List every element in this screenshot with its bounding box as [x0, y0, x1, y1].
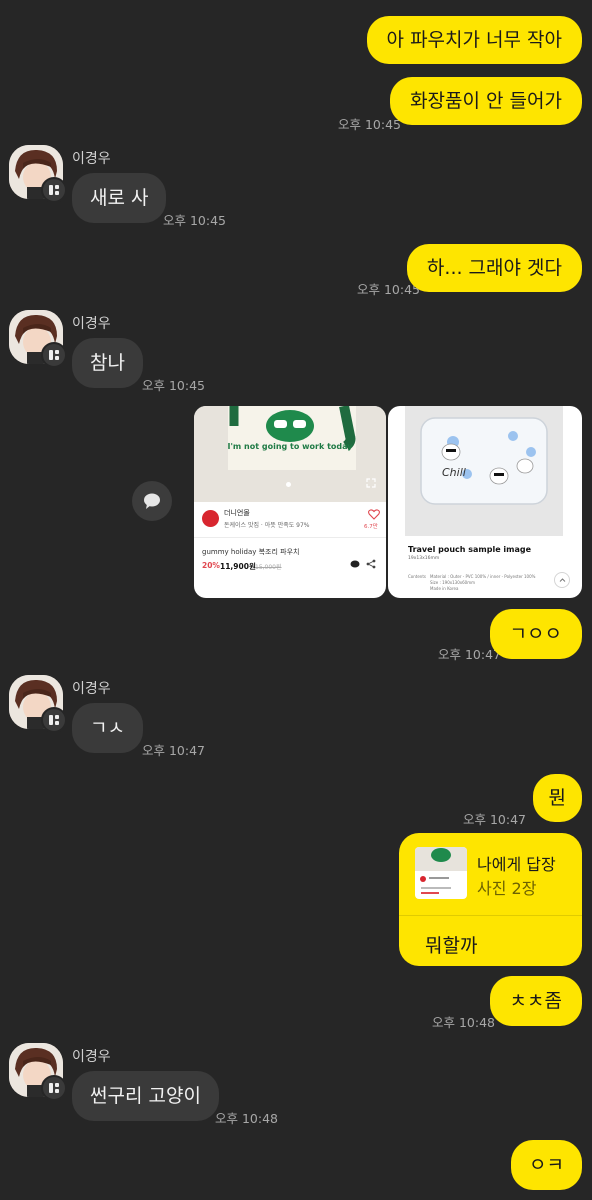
- shop-logo: [202, 510, 219, 527]
- chat-bubble-icon: [144, 493, 160, 509]
- heart-icon[interactable]: [368, 509, 380, 520]
- message-time: 오후 10:48: [432, 1015, 495, 1030]
- message-text: 새로 사: [90, 187, 149, 209]
- pouch-title: Travel pouch sample image: [408, 545, 532, 554]
- pouch-image-card[interactable]: Chill Travel pouch sample image 19x13x16…: [388, 406, 582, 598]
- message-text: ㄱㅇㅇ: [509, 623, 562, 645]
- other-message-bubble[interactable]: 새로 사: [72, 173, 167, 223]
- my-message-bubble[interactable]: ㅊㅊ좀: [489, 976, 582, 1026]
- my-message-bubble[interactable]: 하... 그래야 겟다: [406, 244, 582, 292]
- like-count: 6.7만: [364, 524, 378, 530]
- expand-icon: [366, 478, 376, 488]
- other-message-bubble[interactable]: 썬구리 고양이: [72, 1071, 219, 1121]
- share-icon[interactable]: [366, 559, 376, 569]
- message-time: 오후 10:45: [142, 378, 205, 393]
- message-text: 참나: [90, 352, 125, 374]
- message-text: 뭔: [548, 787, 566, 809]
- profile-badge-icon: [41, 177, 67, 203]
- contact-name: 이경우: [72, 151, 111, 167]
- scroll-top-button[interactable]: [554, 572, 570, 588]
- pouch-size: 19x13x16mm: [408, 556, 440, 561]
- bag-print-text: I'm not going to work today: [227, 442, 353, 451]
- my-message-bubble[interactable]: ㅇㅋ: [511, 1140, 582, 1190]
- original-price: 15,000원: [255, 564, 282, 571]
- shop-subtitle: 돈케이스 맛집 · 아뜻 만족도 97%: [224, 522, 310, 529]
- message-time: 오후 10:47: [463, 812, 526, 827]
- product-image-card[interactable]: I'm not going to work today 더니언몰 돈케이스 맛집…: [194, 406, 386, 598]
- pouch-photo: [405, 406, 563, 536]
- message-text: ㄱㅅ: [90, 717, 125, 739]
- pouch-print-text: Chill: [442, 466, 466, 479]
- reply-divider: [399, 915, 582, 916]
- my-message-bubble[interactable]: 아 파우치가 너무 작아: [366, 16, 582, 64]
- shop-name: 더니언몰: [224, 509, 250, 517]
- contents-line: Material : Outer - PVC 100% / inner - Po…: [430, 574, 536, 579]
- divider: [194, 537, 386, 538]
- arrow-up-icon: [559, 577, 565, 582]
- contents-label: Contents: [408, 574, 426, 579]
- talk-icon[interactable]: [350, 560, 360, 569]
- profile-badge-icon: [41, 1075, 67, 1101]
- profile-badge-icon: [41, 342, 67, 368]
- message-text: 뭐할까: [425, 935, 478, 957]
- message-text: 썬구리 고양이: [90, 1085, 201, 1107]
- product-photo: [194, 406, 386, 502]
- pouch-illustration: [420, 417, 548, 505]
- discount-rate: 20%: [202, 561, 220, 570]
- message-text: ㅇㅋ: [529, 1154, 564, 1176]
- message-time: 오후 10:45: [163, 213, 226, 228]
- contact-name: 이경우: [72, 1049, 111, 1065]
- message-time: 오후 10:47: [142, 743, 205, 758]
- contact-name: 이경우: [72, 316, 111, 332]
- share-button[interactable]: [132, 481, 172, 521]
- my-message-bubble[interactable]: 뭔: [532, 774, 582, 822]
- contact-name: 이경우: [72, 681, 111, 697]
- message-text: 화장품이 안 들어가: [410, 90, 562, 112]
- my-message-bubble[interactable]: 화장품이 안 들어가: [390, 77, 582, 125]
- product-price: 11,900원: [220, 562, 256, 571]
- message-time: 오후 10:45: [338, 117, 401, 132]
- tote-bag-illustration: [228, 406, 356, 470]
- my-message-bubble[interactable]: ㄱㅇㅇ: [489, 609, 582, 659]
- carousel-dot: [286, 482, 291, 487]
- profile-badge-icon: [41, 707, 67, 733]
- other-message-bubble[interactable]: ㄱㅅ: [72, 703, 143, 753]
- contents-line: Made in Korea: [430, 586, 459, 591]
- reply-thumbnail: [415, 847, 467, 899]
- message-text: 아 파우치가 너무 작아: [386, 29, 562, 51]
- reply-subtitle: 사진 2장: [477, 879, 537, 898]
- reply-title: 나에게 답장: [477, 855, 556, 874]
- message-text: 하... 그래야 겟다: [426, 257, 562, 279]
- message-time: 오후 10:48: [215, 1111, 278, 1126]
- contents-line: Size : 190x130x60mm: [430, 580, 475, 585]
- product-name: gummy holiday 복조리 파우치: [202, 548, 300, 556]
- reply-message-bubble[interactable]: 나에게 답장 사진 2장 뭐할까: [399, 833, 582, 966]
- other-message-bubble[interactable]: 참나: [72, 338, 143, 388]
- thumbnail-image: [415, 847, 467, 894]
- message-text: ㅊㅊ좀: [509, 990, 562, 1012]
